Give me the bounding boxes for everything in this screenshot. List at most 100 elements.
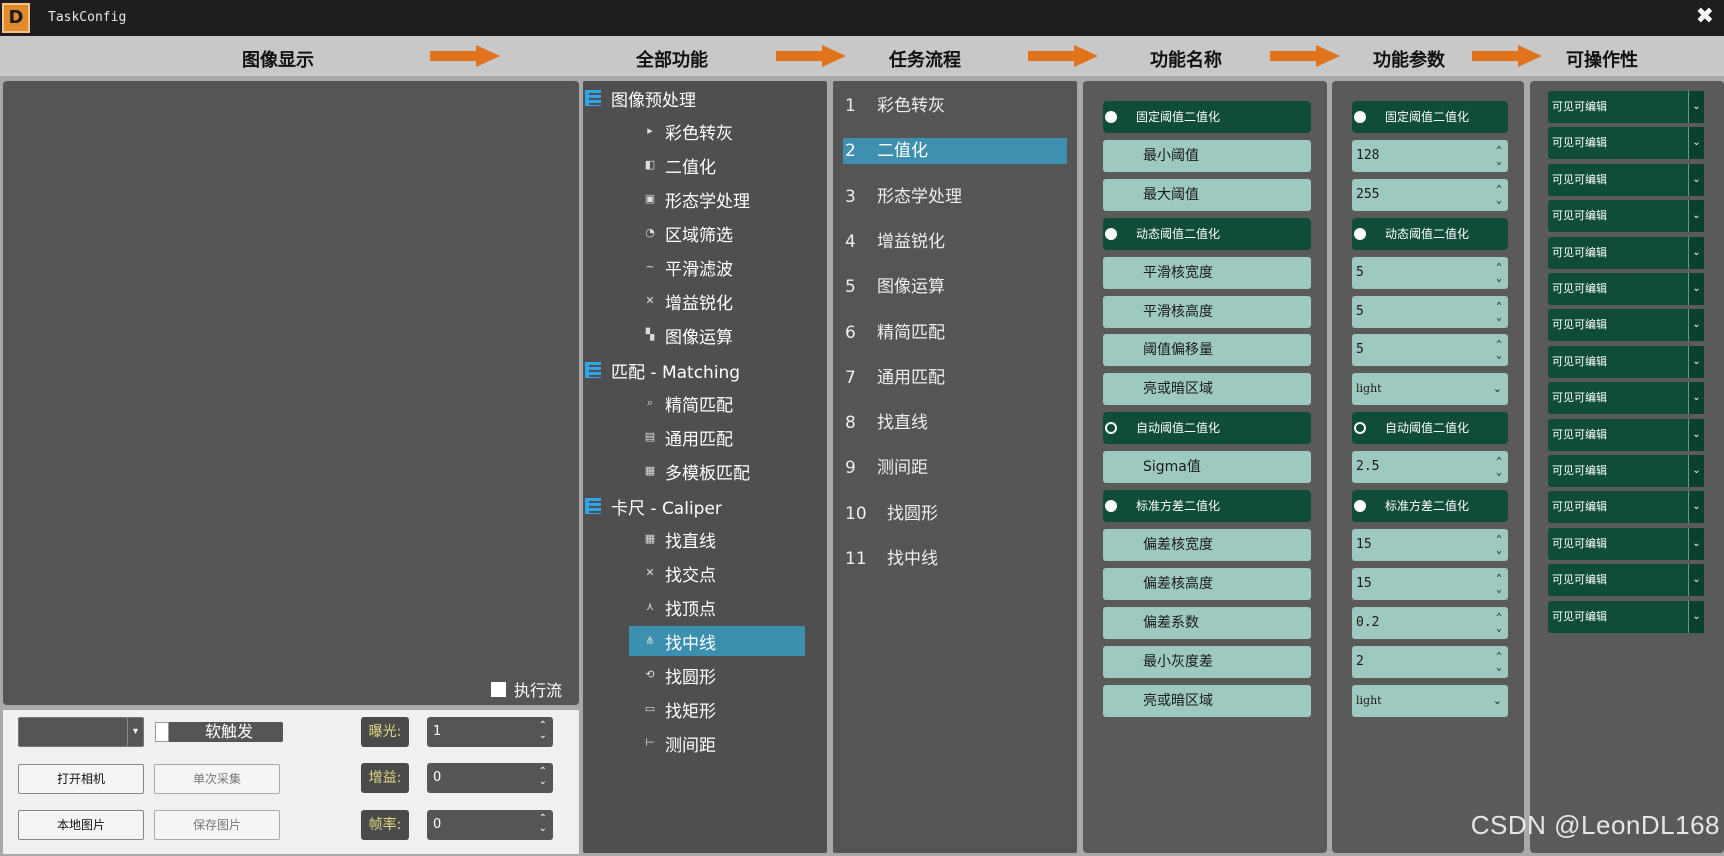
tree-group[interactable]: 匹配 - Matching (583, 354, 740, 386)
updown-arrows-icon[interactable]: ⌃ ⌄ (1496, 651, 1502, 673)
task-flow-item[interactable]: 4 增益锐化 (843, 229, 1067, 255)
tree-group[interactable]: 图像预处理 (583, 82, 696, 114)
updown-arrows-icon[interactable]: ⌃ ⌄ (539, 814, 547, 834)
task-flow-item[interactable]: 2 二值化 (843, 138, 1067, 165)
param-spinbox[interactable]: 2.5 ⌃ ⌄ (1352, 451, 1508, 484)
task-flow-item[interactable]: 1 彩色转灰 (843, 93, 1067, 119)
chevron-down-icon[interactable]: ⌄ (1688, 345, 1704, 378)
operability-select[interactable]: 可见可编辑 ⌄ (1548, 455, 1704, 487)
operability-select[interactable]: 可见可编辑 ⌄ (1548, 127, 1704, 160)
function-param-header[interactable]: 动态阈值二值化 (1352, 217, 1508, 250)
param-spinbox[interactable]: 5 ⌃ ⌄ (1352, 256, 1508, 289)
tree-item[interactable]: ◔ 区域筛选 (629, 218, 805, 248)
operability-select[interactable]: 可见可编辑 ⌄ (1548, 600, 1704, 633)
operability-select[interactable]: 可见可编辑 ⌄ (1548, 345, 1704, 378)
close-button[interactable]: ✖ (1696, 4, 1714, 29)
updown-arrows-icon[interactable]: ⌃ ⌄ (1496, 456, 1502, 478)
param-spinbox[interactable]: 255 ⌃ ⌄ (1352, 178, 1508, 211)
radio-icon[interactable] (1354, 500, 1366, 512)
tree-item[interactable]: ⋏ 找顶点 (629, 592, 805, 622)
function-param-header[interactable]: 固定阈值二值化 (1352, 101, 1508, 133)
tree-item[interactable]: ⟲ 找圆形 (629, 660, 805, 690)
operability-select[interactable]: 可见可编辑 ⌄ (1548, 418, 1704, 451)
operability-select[interactable]: 可见可编辑 ⌄ (1548, 200, 1704, 233)
param-spinbox[interactable]: 5 ⌃ ⌄ (1352, 295, 1508, 328)
chevron-down-icon[interactable]: ⌄ (1688, 236, 1704, 269)
task-flow-item[interactable]: 11 找中线 (843, 546, 1067, 572)
toggle-knob[interactable] (155, 722, 169, 742)
function-param-header[interactable]: 标准方差二值化 (1352, 490, 1508, 522)
param-spinbox[interactable]: 2 ⌃ ⌄ (1352, 645, 1508, 678)
tree-item[interactable]: ⋔ 找中线 (629, 626, 805, 656)
operability-select[interactable]: 可见可编辑 ⌄ (1548, 309, 1704, 342)
radio-icon[interactable] (1354, 111, 1366, 123)
tree-group[interactable]: 卡尺 - Caliper (583, 490, 722, 522)
chevron-down-icon[interactable]: ⌄ (1688, 127, 1704, 160)
task-flow-item[interactable]: 6 精简匹配 (843, 320, 1067, 346)
operability-select[interactable]: 可见可编辑 ⌄ (1548, 273, 1704, 305)
tree-item[interactable]: ▸ 彩色转灰 (629, 116, 805, 146)
updown-arrows-icon[interactable]: ⌃ ⌄ (1496, 612, 1502, 634)
local-image-button[interactable]: 本地图片 (18, 810, 144, 840)
function-name-header[interactable]: 动态阈值二值化 (1103, 217, 1311, 250)
chevron-down-icon[interactable]: ⌄ (1688, 309, 1704, 342)
chevron-down-icon[interactable]: ⌄ (1688, 163, 1704, 196)
updown-arrows-icon[interactable]: ⌃ ⌄ (1496, 145, 1502, 167)
radio-icon[interactable] (1105, 111, 1117, 123)
param-spinbox[interactable]: 5 ⌃ ⌄ (1352, 334, 1508, 367)
tree-item[interactable]: ▤ 通用匹配 (629, 422, 805, 452)
tree-item[interactable]: ◧ 二值化 (629, 150, 805, 180)
task-flow-item[interactable]: 5 图像运算 (843, 274, 1067, 300)
param-spinbox[interactable]: 128 ⌃ ⌄ (1352, 139, 1508, 172)
tree-item[interactable]: ✕ 增益锐化 (629, 286, 805, 316)
task-flow-item[interactable]: 8 找直线 (843, 410, 1067, 436)
framerate-spinbox[interactable]: 0 ⌃ ⌄ (427, 810, 553, 840)
radio-icon[interactable] (1354, 422, 1366, 435)
chevron-down-icon[interactable]: ⌄ (1688, 600, 1704, 633)
operability-select[interactable]: 可见可编辑 ⌄ (1548, 163, 1704, 196)
chevron-down-icon[interactable]: ⌄ (1493, 685, 1502, 717)
chevron-down-icon[interactable]: ⌄ (1688, 564, 1704, 597)
radio-icon[interactable] (1105, 422, 1117, 435)
radio-icon[interactable] (1105, 500, 1117, 512)
exposure-spinbox[interactable]: 1 ⌃ ⌄ (427, 717, 553, 747)
chevron-down-icon[interactable]: ⌄ (1688, 455, 1704, 487)
param-spinbox[interactable]: 0.2 ⌃ ⌄ (1352, 606, 1508, 639)
checkbox-icon[interactable] (491, 681, 506, 697)
open-camera-button[interactable]: 打开相机 (18, 764, 144, 794)
task-flow-item[interactable]: 3 形态学处理 (843, 184, 1067, 210)
operability-select[interactable]: 可见可编辑 ⌄ (1548, 236, 1704, 269)
param-spinbox[interactable]: 15 ⌃ ⌄ (1352, 567, 1508, 600)
chevron-down-icon[interactable]: ⌄ (1688, 273, 1704, 305)
updown-arrows-icon[interactable]: ⌃ ⌄ (1496, 339, 1502, 361)
tree-item[interactable]: ▣ 形态学处理 (629, 184, 805, 214)
radio-icon[interactable] (1105, 227, 1117, 240)
save-image-button[interactable]: 保存图片 (154, 810, 280, 840)
tree-item[interactable]: ▦ 找直线 (629, 524, 805, 554)
chevron-down-icon[interactable]: ⌄ (1688, 527, 1704, 560)
chevron-down-icon[interactable]: ⌄ (1688, 491, 1704, 524)
updown-arrows-icon[interactable]: ⌃ ⌄ (1496, 262, 1502, 284)
tree-item[interactable]: ▭ 找矩形 (629, 694, 805, 724)
task-flow-item[interactable]: 10 找圆形 (843, 501, 1067, 527)
chevron-down-icon[interactable]: ⌄ (1493, 373, 1502, 405)
function-name-header[interactable]: 标准方差二值化 (1103, 490, 1311, 522)
tree-item[interactable]: ▦ 多模板匹配 (629, 456, 805, 486)
chevron-down-icon[interactable]: ⌄ (1688, 418, 1704, 451)
updown-arrows-icon[interactable]: ⌃ ⌄ (1496, 184, 1502, 206)
exec-flow-checkbox[interactable]: 执行流 (491, 677, 562, 701)
image-display-canvas[interactable]: 执行流 (3, 81, 579, 705)
operability-select[interactable]: 可见可编辑 ⌄ (1548, 564, 1704, 597)
param-combobox[interactable]: light ⌄ (1352, 684, 1508, 717)
operability-select[interactable]: 可见可编辑 ⌄ (1548, 527, 1704, 560)
operability-select[interactable]: 可见可编辑 ⌄ (1548, 491, 1704, 524)
tree-item[interactable]: ▚ 图像运算 (629, 320, 805, 350)
updown-arrows-icon[interactable]: ⌃ ⌄ (539, 721, 547, 741)
param-combobox[interactable]: light ⌄ (1352, 373, 1508, 406)
soft-trigger-toggle[interactable]: 软触发 (155, 722, 283, 742)
chevron-down-icon[interactable]: ⌄ (1688, 91, 1704, 123)
chevron-down-icon[interactable]: ▾ (127, 718, 143, 746)
updown-arrows-icon[interactable]: ⌃ ⌄ (1496, 534, 1502, 556)
operability-select[interactable]: 可见可编辑 ⌄ (1548, 382, 1704, 415)
tree-item[interactable]: ✕ 找交点 (629, 558, 805, 588)
